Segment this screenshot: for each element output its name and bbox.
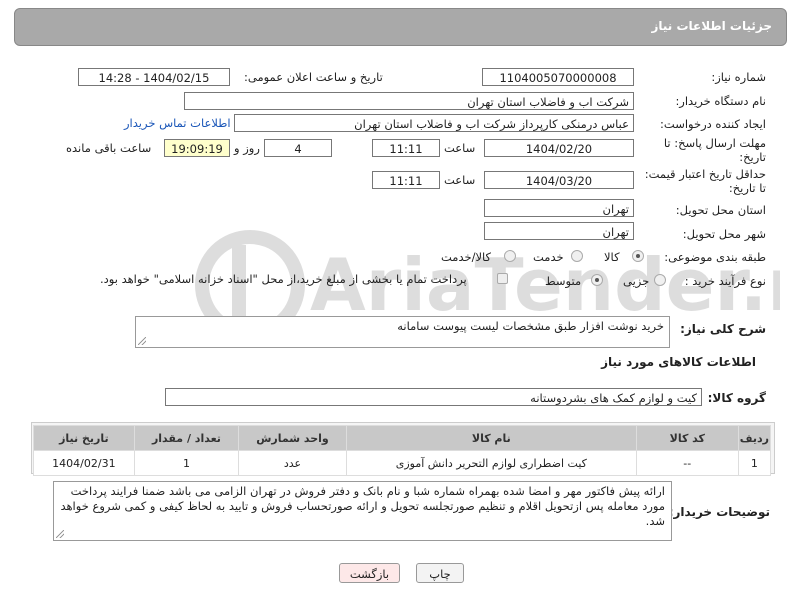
category-label: طبقه بندی موضوعی: bbox=[664, 250, 766, 264]
category-option-goods-service: کالا/خدمت bbox=[441, 250, 492, 264]
category-option-service: خدمت bbox=[533, 250, 564, 264]
creator-label: ایجاد کننده درخواست: bbox=[660, 117, 766, 131]
province-field[interactable]: تهران bbox=[484, 199, 634, 217]
resize-grip-icon[interactable] bbox=[138, 337, 146, 345]
process-option-minor: جزیی bbox=[623, 274, 650, 288]
col-header-date: تاریخ نیاز bbox=[33, 425, 135, 451]
description-textarea[interactable]: خرید نوشت افزار طبق مشخصات لیست پیوست سا… bbox=[135, 316, 670, 348]
goods-group-label: گروه کالا: bbox=[707, 391, 766, 405]
cell-row: 1 bbox=[737, 450, 772, 476]
days-label: روز و bbox=[234, 141, 260, 155]
cell-code: -- bbox=[635, 450, 739, 476]
process-radio-minor[interactable] bbox=[654, 274, 666, 286]
cell-qty: 1 bbox=[133, 450, 240, 476]
process-type-label: نوع فرآیند خرید : bbox=[684, 274, 766, 288]
cell-unit: عدد bbox=[238, 450, 347, 476]
col-header-code: کد کالا bbox=[635, 425, 739, 451]
goods-section-title: اطلاعات کالاهای مورد نیاز bbox=[601, 355, 756, 369]
description-text: خرید نوشت افزار طبق مشخصات لیست پیوست سا… bbox=[397, 319, 664, 333]
process-radio-medium[interactable] bbox=[591, 274, 603, 286]
col-header-qty: تعداد / مقدار bbox=[133, 425, 240, 451]
buyer-notes-label: توضیحات خریدار: bbox=[668, 505, 770, 519]
remaining-time-field[interactable]: 19:09:19 bbox=[164, 139, 230, 157]
page-header: جزئیات اطلاعات نیاز bbox=[14, 8, 787, 46]
col-header-name: نام کالا bbox=[345, 425, 637, 451]
remaining-time-label: ساعت باقی مانده bbox=[66, 141, 152, 155]
print-button[interactable]: چاپ bbox=[416, 563, 464, 583]
treasury-payment-checkbox[interactable] bbox=[497, 273, 508, 284]
process-option-medium: متوسط bbox=[545, 274, 582, 288]
need-number-label: شماره نیاز: bbox=[711, 70, 766, 84]
goods-group-field[interactable]: کیت و لوازم کمک های بشردوستانه bbox=[165, 388, 702, 406]
validity-time-field[interactable]: 11:11 bbox=[372, 171, 440, 189]
city-field[interactable]: تهران bbox=[484, 222, 634, 240]
category-radio-goods[interactable] bbox=[632, 250, 644, 262]
buyer-notes-text: ارائه پیش فاکتور مهر و امضا شده بهمراه ش… bbox=[60, 484, 665, 528]
creator-field[interactable]: عباس درمنکی کارپرداز شرکت اب و فاضلاب اس… bbox=[234, 114, 634, 132]
announce-datetime-field[interactable]: 1404/02/15 - 14:28 bbox=[78, 68, 230, 86]
cell-name: کیت اضطراری لوازم التحریر دانش آموزی bbox=[345, 450, 637, 476]
category-radio-service[interactable] bbox=[571, 250, 583, 262]
buyer-contact-link[interactable]: اطلاعات تماس خریدار bbox=[124, 116, 231, 130]
goods-table-header: ردیف کد کالا نام کالا واحد شمارش تعداد /… bbox=[33, 425, 772, 451]
goods-table: ردیف کد کالا نام کالا واحد شمارش تعداد /… bbox=[33, 425, 772, 476]
page-title: جزئیات اطلاعات نیاز bbox=[651, 19, 772, 33]
cell-date: 1404/02/31 bbox=[33, 450, 135, 476]
col-header-row: ردیف bbox=[737, 425, 772, 451]
buyer-org-field[interactable]: شرکت اب و فاضلاب استان تهران bbox=[184, 92, 634, 110]
buyer-org-label: نام دستگاه خریدار: bbox=[675, 94, 766, 108]
announce-label: تاریخ و ساعت اعلان عمومی: bbox=[244, 70, 383, 84]
category-option-goods: کالا bbox=[604, 250, 620, 264]
buyer-notes-textarea[interactable]: ارائه پیش فاکتور مهر و امضا شده بهمراه ش… bbox=[53, 481, 672, 541]
need-number-field[interactable]: 1104005070000008 bbox=[482, 68, 634, 86]
city-label: شهر محل تحویل: bbox=[682, 227, 766, 241]
page: AriaTender.net جزئیات اطلاعات نیاز شماره… bbox=[0, 0, 788, 598]
remaining-days-field[interactable]: 4 bbox=[264, 139, 332, 157]
deadline-label: مهلت ارسال پاسخ: تا تاریخ: bbox=[663, 136, 766, 164]
resize-grip-icon[interactable] bbox=[56, 530, 64, 538]
category-radio-goods-service[interactable] bbox=[504, 250, 516, 262]
deadline-time-field[interactable]: 11:11 bbox=[372, 139, 440, 157]
deadline-time-label: ساعت bbox=[444, 141, 476, 155]
validity-date-field[interactable]: 1404/03/20 bbox=[484, 171, 634, 189]
price-validity-label: حداقل تاریخ اعتبار قیمت: تا تاریخ: bbox=[644, 167, 766, 195]
table-row[interactable]: 1 -- کیت اضطراری لوازم التحریر دانش آموز… bbox=[33, 450, 772, 476]
col-header-unit: واحد شمارش bbox=[238, 425, 347, 451]
back-button[interactable]: بازگشت bbox=[339, 563, 400, 583]
description-label: شرح کلی نیاز: bbox=[680, 322, 766, 336]
province-label: استان محل تحویل: bbox=[675, 203, 766, 217]
treasury-payment-note: پرداخت تمام یا بخشی از مبلغ خرید،از محل … bbox=[100, 272, 467, 286]
validity-time-label: ساعت bbox=[444, 173, 476, 187]
deadline-date-field[interactable]: 1404/02/20 bbox=[484, 139, 634, 157]
